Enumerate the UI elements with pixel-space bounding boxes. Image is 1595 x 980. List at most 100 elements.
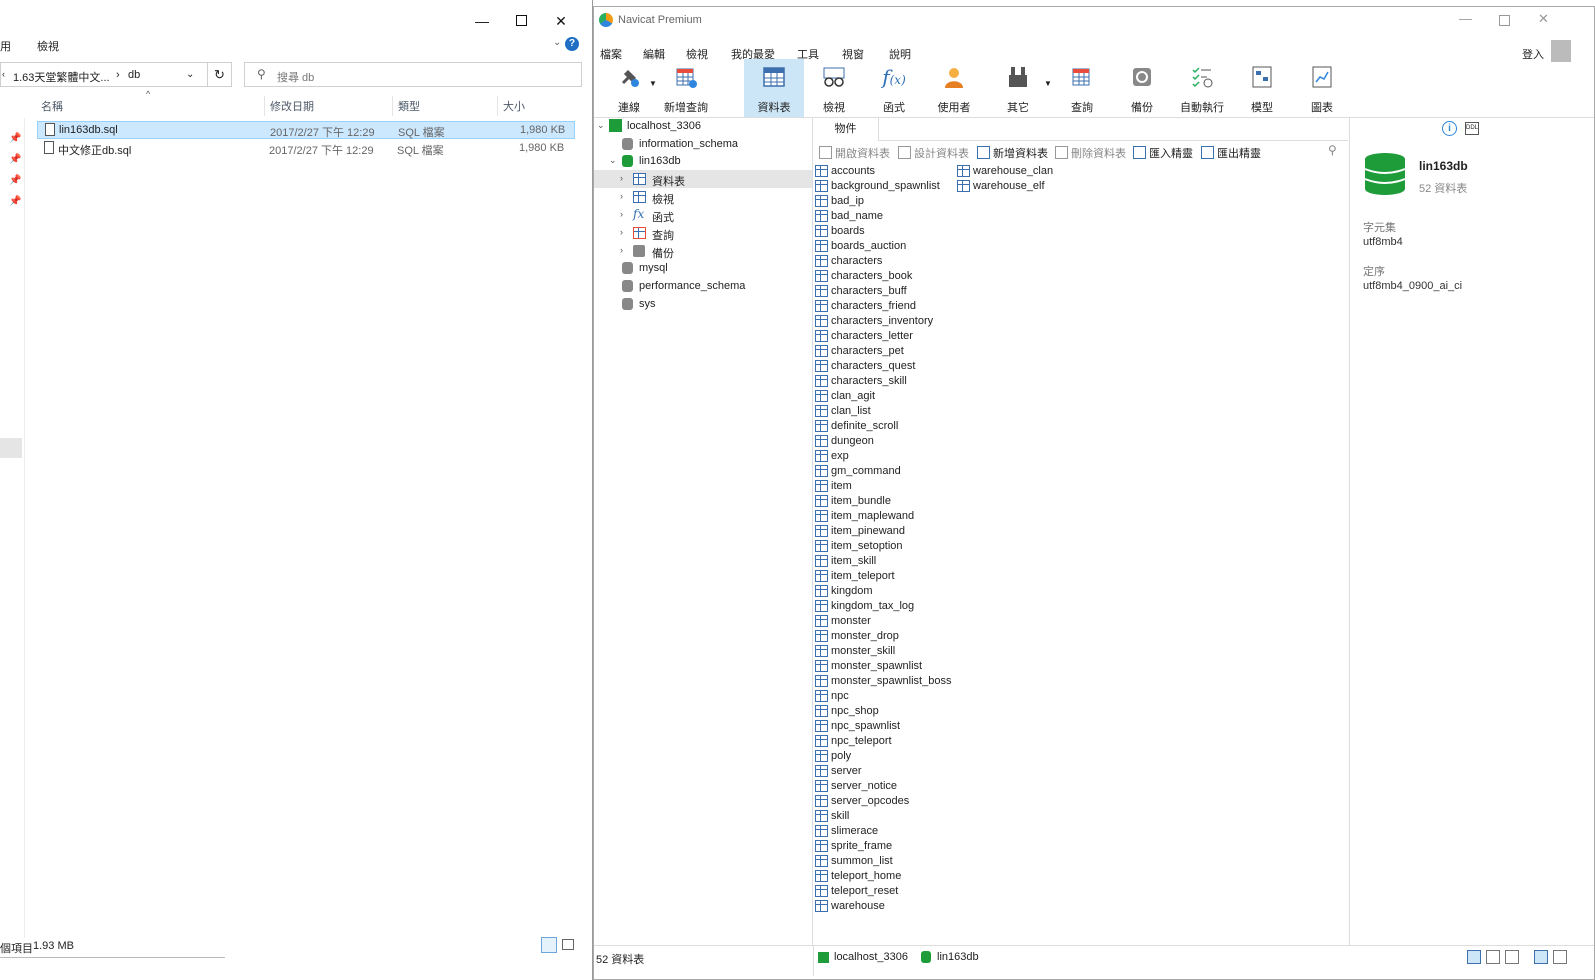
column-name[interactable]: 名稱 bbox=[41, 98, 63, 114]
detail-view-icon[interactable] bbox=[1486, 950, 1500, 964]
tree-db-sys[interactable]: sys bbox=[594, 295, 812, 313]
tree-db-mysql[interactable]: mysql bbox=[594, 259, 812, 277]
user-icon bbox=[945, 68, 963, 88]
tree-backups[interactable]: › 備份 bbox=[594, 242, 812, 260]
connection-icon bbox=[818, 952, 829, 963]
tree-functions[interactable]: › fx 函式 bbox=[594, 206, 812, 224]
list-view-icon[interactable] bbox=[1467, 950, 1481, 964]
toolbar-label: 備份 bbox=[1131, 102, 1153, 114]
new-table-button[interactable]: 新增資料表 bbox=[977, 145, 1048, 161]
pin-icon[interactable]: 📌 bbox=[9, 196, 21, 207]
table-name: characters_skill bbox=[831, 375, 907, 387]
toggle-info-pane-icon[interactable] bbox=[1553, 950, 1567, 964]
pin-icon[interactable]: 📌 bbox=[9, 154, 21, 165]
chevron-right-icon[interactable]: › bbox=[620, 173, 623, 183]
minimize-button[interactable]: — bbox=[471, 10, 493, 32]
import-wizard-button[interactable]: 匯入精靈 bbox=[1133, 145, 1193, 161]
file-size: 1,980 KB bbox=[519, 142, 565, 154]
views-button[interactable]: 檢視 bbox=[804, 59, 864, 117]
tree-label: information_schema bbox=[639, 138, 739, 150]
chevron-down-icon[interactable]: ⌄ bbox=[597, 120, 605, 131]
pin-icon[interactable]: 📌 bbox=[9, 175, 21, 186]
tree-db-lin163db[interactable]: ⌄ lin163db bbox=[594, 152, 812, 170]
maximize-button[interactable] bbox=[1499, 15, 1510, 26]
design-table-button[interactable]: 設計資料表 bbox=[898, 145, 969, 161]
tree-label: mysql bbox=[639, 262, 668, 274]
table-name: item_pinewand bbox=[831, 525, 905, 537]
export-wizard-button[interactable]: 匯出精靈 bbox=[1201, 145, 1261, 161]
chevron-right-icon[interactable]: › bbox=[620, 227, 623, 237]
breadcrumb-db[interactable]: db bbox=[128, 69, 140, 81]
tree-db-performance-schema[interactable]: performance_schema bbox=[594, 277, 812, 295]
chevron-down-icon[interactable]: ⌄ bbox=[186, 69, 194, 80]
model-button[interactable]: 模型 bbox=[1232, 59, 1292, 117]
status-divider bbox=[0, 957, 225, 958]
dropdown-arrow-icon[interactable]: ▼ bbox=[1044, 79, 1052, 88]
menu-share[interactable]: 用 bbox=[0, 38, 11, 54]
column-divider[interactable] bbox=[392, 96, 393, 116]
file-row[interactable]: 中文修正db.sql 2017/2/27 下午 12:29 SQL 檔案 1,9… bbox=[37, 140, 575, 158]
details-view-icon[interactable] bbox=[541, 937, 557, 953]
others-button[interactable]: 其它 bbox=[988, 59, 1048, 117]
column-date[interactable]: 修改日期 bbox=[270, 98, 314, 114]
table-name: warehouse_elf bbox=[973, 180, 1045, 192]
search-icon[interactable]: ⚲ bbox=[1328, 143, 1337, 157]
close-button[interactable]: ✕ bbox=[1538, 11, 1549, 27]
pin-icon[interactable]: 📌 bbox=[9, 133, 21, 144]
maximize-button[interactable] bbox=[510, 10, 532, 32]
connection-button[interactable]: 連線 bbox=[599, 59, 659, 117]
grid-view-icon[interactable] bbox=[1505, 950, 1519, 964]
toolbar-label: 模型 bbox=[1251, 102, 1273, 114]
table-icon bbox=[957, 180, 970, 192]
open-table-button[interactable]: 開啟資料表 bbox=[819, 145, 890, 161]
table-icon bbox=[815, 810, 828, 822]
chevron-down-icon[interactable]: ⌄ bbox=[553, 37, 561, 48]
table-name: poly bbox=[831, 750, 852, 762]
search-box[interactable]: ⚲ 搜尋 db bbox=[244, 62, 582, 87]
delete-table-button[interactable]: 刪除資料表 bbox=[1055, 145, 1126, 161]
table-name: characters_letter bbox=[831, 330, 913, 342]
large-icons-view-icon[interactable] bbox=[562, 939, 574, 950]
address-bar[interactable]: ‹ 1.63天堂繁體中文... › db ⌄ bbox=[0, 62, 232, 87]
tree-queries[interactable]: › 查詢 bbox=[594, 224, 812, 242]
tree-views[interactable]: › 檢視 bbox=[594, 188, 812, 206]
search-input[interactable]: 搜尋 db bbox=[277, 69, 314, 85]
nav-pane-selection[interactable] bbox=[0, 438, 22, 458]
tables-button[interactable]: 資料表 bbox=[744, 59, 804, 117]
help-icon[interactable]: ? bbox=[565, 37, 579, 51]
table-icon bbox=[815, 405, 828, 417]
chevron-down-icon[interactable]: ⌄ bbox=[609, 155, 617, 166]
new-query-button[interactable]: 新增查詢 bbox=[656, 59, 716, 117]
functions-button[interactable]: f(x) 函式 bbox=[864, 59, 924, 117]
chevron-right-icon[interactable]: › bbox=[620, 191, 623, 201]
column-divider[interactable] bbox=[497, 96, 498, 116]
navicat-logo-icon bbox=[599, 13, 613, 27]
column-type[interactable]: 類型 bbox=[398, 98, 420, 114]
breadcrumb-folder[interactable]: 1.63天堂繁體中文... bbox=[13, 69, 110, 85]
table-icon bbox=[815, 345, 828, 357]
chevron-right-icon[interactable]: › bbox=[620, 245, 623, 255]
queries-button[interactable]: 查詢 bbox=[1052, 59, 1112, 117]
table-icon bbox=[815, 285, 828, 297]
ddl-icon[interactable]: DDL bbox=[1465, 122, 1479, 135]
info-icon[interactable]: i bbox=[1442, 121, 1457, 136]
charts-button[interactable]: 圖表 bbox=[1292, 59, 1352, 117]
backup-button[interactable]: 備份 bbox=[1112, 59, 1172, 117]
toggle-nav-pane-icon[interactable] bbox=[1534, 950, 1548, 964]
users-button[interactable]: 使用者 bbox=[924, 59, 984, 117]
table-name: boards bbox=[831, 225, 865, 237]
column-divider[interactable] bbox=[264, 96, 265, 116]
close-button[interactable]: ✕ bbox=[550, 10, 572, 32]
column-size[interactable]: 大小 bbox=[503, 98, 525, 114]
tree-tables[interactable]: › 資料表 bbox=[594, 170, 812, 188]
tree-db-information-schema[interactable]: information_schema bbox=[594, 135, 812, 153]
menu-view[interactable]: 檢視 bbox=[37, 38, 59, 54]
chevron-right-icon[interactable]: › bbox=[620, 209, 623, 219]
refresh-button[interactable]: ↻ bbox=[207, 62, 232, 87]
tab-objects[interactable]: 物件 bbox=[813, 117, 879, 141]
minimize-button[interactable]: — bbox=[1459, 11, 1472, 26]
tree-connection[interactable]: ⌄ localhost_3306 bbox=[594, 117, 812, 135]
open-table-icon bbox=[819, 146, 832, 159]
file-row[interactable]: lin163db.sql 2017/2/27 下午 12:29 SQL 檔案 1… bbox=[37, 121, 575, 139]
automation-button[interactable]: 自動執行 bbox=[1172, 59, 1232, 117]
